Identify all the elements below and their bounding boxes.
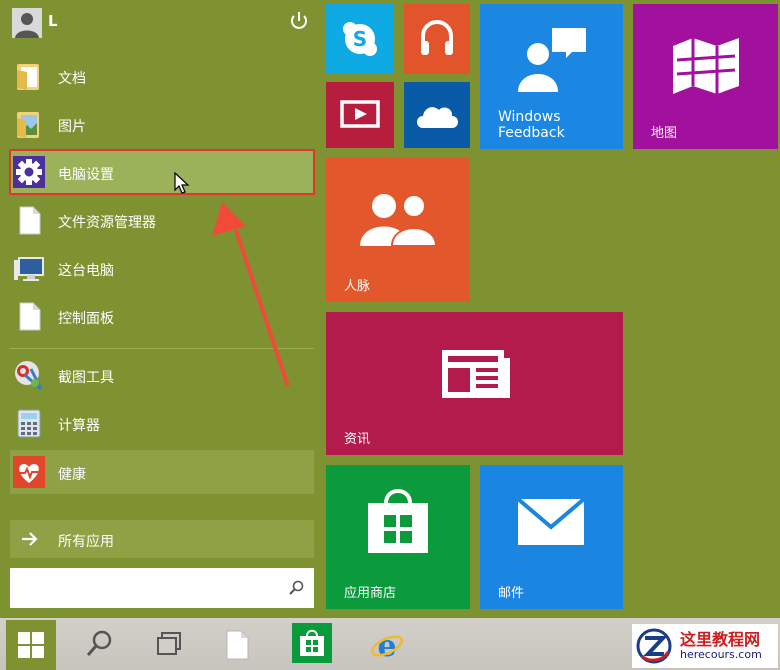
menu-item-label: 文档 [58, 71, 86, 87]
menu-item-pictures[interactable]: 图片 [10, 102, 314, 146]
menu-item-label: 控制面板 [58, 311, 114, 327]
menu-item-label: 计算器 [58, 418, 100, 434]
tile-skype[interactable]: S [326, 4, 394, 74]
task-view-icon [157, 632, 181, 655]
menu-item-file-explorer[interactable]: 文件资源管理器 [10, 198, 314, 242]
tile-label: 人脉 [344, 279, 371, 294]
taskbar-store[interactable] [292, 623, 332, 663]
internet-explorer-icon: e [370, 629, 404, 663]
taskbar-file-explorer[interactable] [216, 624, 260, 666]
menu-item-snipping-tool[interactable]: 截图工具 [10, 353, 314, 397]
menu-item-calculator[interactable]: 计算器 [10, 401, 314, 445]
file-icon [19, 206, 41, 235]
menu-item-label: 文件资源管理器 [58, 215, 156, 231]
menu-item-label: 电脑设置 [58, 167, 114, 183]
video-icon [340, 100, 380, 128]
user-name[interactable]: L [48, 12, 58, 30]
documents-folder-icon [17, 64, 39, 90]
start-menu: L 文档 图片 电脑设置 文件资源管理器 这台电脑 控制面板 截图工具 计算器 … [0, 0, 780, 618]
people-icon [360, 194, 438, 247]
watermark: 这里教程网 herecours.com [632, 624, 778, 668]
tile-label: Windows Feedback [498, 109, 565, 141]
tile-windows-feedback[interactable]: Windows Feedback [480, 4, 623, 149]
menu-item-health[interactable]: 健康 [10, 450, 314, 494]
calculator-icon [17, 409, 41, 438]
tile-news[interactable]: 资讯 [326, 312, 623, 455]
tile-label: 地图 [651, 126, 678, 141]
menu-item-this-pc[interactable]: 这台电脑 [10, 246, 314, 290]
cloud-icon [417, 107, 458, 128]
avatar[interactable] [12, 8, 42, 38]
mail-icon [516, 497, 586, 545]
svg-text:e: e [377, 629, 396, 663]
search-input[interactable] [10, 568, 290, 608]
all-apps-label: 所有应用 [58, 534, 114, 550]
file-icon [19, 302, 41, 331]
menu-item-label: 这台电脑 [58, 263, 114, 279]
menu-item-label: 截图工具 [58, 370, 114, 386]
heart-pulse-icon [13, 456, 45, 488]
svg-text:S: S [353, 27, 367, 51]
menu-item-documents[interactable]: 文档 [10, 54, 314, 98]
tile-label: 邮件 [498, 586, 525, 601]
all-apps-button[interactable]: 所有应用 [10, 520, 314, 558]
menu-divider [10, 348, 314, 349]
windows-logo-icon [18, 632, 44, 658]
site-logo-icon [636, 628, 672, 664]
tile-label: 资讯 [344, 432, 371, 447]
taskbar-search-button[interactable] [78, 624, 122, 666]
tile-people[interactable]: 人脉 [326, 158, 470, 302]
tile-onedrive[interactable] [404, 82, 470, 148]
file-icon [226, 630, 249, 660]
tile-video[interactable] [326, 82, 394, 148]
gear-icon [13, 156, 45, 188]
menu-item-label: 健康 [58, 467, 86, 483]
search-icon[interactable] [288, 580, 304, 596]
menu-item-control-panel[interactable]: 控制面板 [10, 294, 314, 338]
power-icon[interactable] [288, 10, 310, 32]
pictures-folder-icon [17, 112, 39, 138]
skype-icon: S [343, 22, 377, 56]
feedback-icon [518, 28, 586, 92]
watermark-url: herecours.com [680, 648, 762, 661]
mouse-cursor-icon [174, 172, 190, 194]
taskbar-internet-explorer[interactable]: e [364, 624, 408, 666]
watermark-title: 这里教程网 [680, 630, 761, 649]
menu-item-label: 图片 [58, 119, 86, 135]
tile-store[interactable]: 应用商店 [326, 465, 470, 609]
tile-label: 应用商店 [344, 586, 397, 601]
search-icon [86, 630, 112, 656]
task-view-button[interactable] [148, 624, 192, 666]
tile-music[interactable] [404, 4, 470, 74]
headphones-icon [421, 20, 453, 55]
menu-item-pc-settings[interactable]: 电脑设置 [9, 149, 315, 195]
tile-maps[interactable]: 地图 [633, 4, 778, 149]
newspaper-icon [442, 350, 510, 398]
store-bag-icon [300, 629, 324, 656]
arrow-right-icon [22, 532, 38, 546]
search-box[interactable] [10, 568, 314, 608]
start-button[interactable] [6, 620, 56, 670]
user-row[interactable]: L [10, 4, 314, 40]
user-icon [12, 8, 42, 38]
map-icon [673, 38, 739, 94]
store-bag-icon [368, 489, 428, 553]
scissors-icon [15, 361, 43, 391]
tile-mail[interactable]: 邮件 [480, 465, 623, 609]
computer-icon [14, 257, 44, 281]
